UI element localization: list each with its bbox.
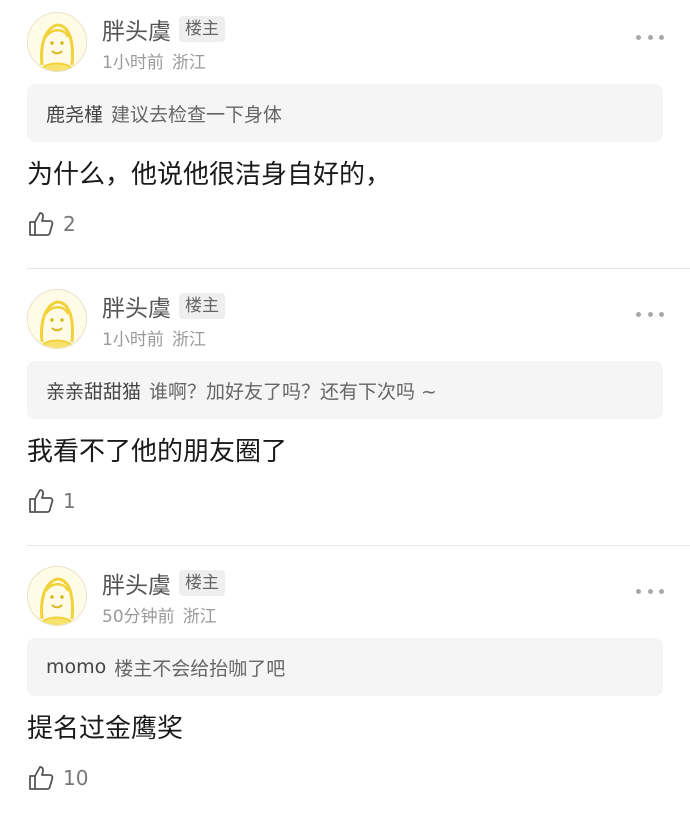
comment-meta: 1小时前 浙江: [102, 48, 206, 73]
author-name[interactable]: 胖头虞: [102, 12, 171, 46]
comment-meta: 50分钟前 浙江: [102, 602, 217, 627]
comment-text: 为什么，他说他很洁身自好的，: [27, 160, 392, 190]
like-button[interactable]: 10: [27, 764, 88, 792]
avatar-illustration: [28, 567, 86, 625]
quoted-reply[interactable]: momo 楼主不会给抬咖了吧: [27, 638, 663, 696]
timestamp: 1小时前: [102, 330, 164, 350]
location: 浙江: [171, 330, 206, 350]
thumbs-up-icon: [29, 766, 54, 790]
divider: [27, 268, 690, 269]
like-count: 1: [63, 489, 76, 513]
divider: [27, 545, 690, 546]
avatar-illustration: [28, 290, 86, 348]
author-name[interactable]: 胖头虞: [102, 289, 171, 323]
quoted-reply[interactable]: 亲亲甜甜猫 谁啊？加好友了吗？还有下次吗 ~: [27, 361, 663, 419]
like-button[interactable]: 1: [27, 487, 76, 515]
avatar[interactable]: [27, 566, 87, 626]
like-button[interactable]: 2: [27, 210, 76, 238]
op-badge: 楼主: [179, 570, 225, 596]
location: 浙江: [171, 53, 206, 73]
like-count: 2: [63, 212, 76, 236]
comment-item: 胖头虞 楼主 50分钟前 浙江 momo 楼主不会给抬咖了吧 提名过金鹰奖 10: [0, 554, 690, 818]
like-count: 10: [63, 766, 89, 790]
comment-text: 提名过金鹰奖: [27, 714, 184, 744]
quoted-reply[interactable]: 鹿尧槿 建议去检查一下身体: [27, 84, 663, 142]
comment-text: 我看不了他的朋友圈了: [27, 437, 288, 467]
more-options-icon[interactable]: [636, 309, 664, 319]
more-options-icon[interactable]: [636, 586, 664, 596]
op-badge: 楼主: [179, 16, 225, 42]
avatar-illustration: [28, 13, 86, 71]
timestamp: 1小时前: [102, 53, 164, 73]
quoted-author[interactable]: 亲亲甜甜猫: [46, 377, 141, 404]
quoted-text: 谁啊？加好友了吗？还有下次吗 ~: [149, 380, 437, 403]
more-options-icon[interactable]: [636, 32, 664, 42]
avatar[interactable]: [27, 289, 87, 349]
quoted-text: 建议去检查一下身体: [111, 103, 283, 126]
quoted-text: 楼主不会给抬咖了吧: [114, 657, 286, 680]
op-badge: 楼主: [179, 293, 225, 319]
comment-item: 胖头虞 楼主 1小时前 浙江 亲亲甜甜猫 谁啊？加好友了吗？还有下次吗 ~ 我看不…: [0, 277, 690, 545]
timestamp: 50分钟前: [102, 607, 175, 627]
thumbs-up-icon: [29, 212, 54, 236]
comment-item: 胖头虞 楼主 1小时前 浙江 鹿尧槿 建议去检查一下身体 为什么，他说他很洁身自好…: [0, 0, 690, 268]
avatar[interactable]: [27, 12, 87, 72]
quoted-author[interactable]: 鹿尧槿: [46, 100, 103, 127]
thumbs-up-icon: [29, 489, 54, 513]
author-name[interactable]: 胖头虞: [102, 566, 171, 600]
comment-meta: 1小时前 浙江: [102, 325, 206, 350]
quoted-author[interactable]: momo: [46, 656, 106, 678]
location: 浙江: [182, 607, 217, 627]
